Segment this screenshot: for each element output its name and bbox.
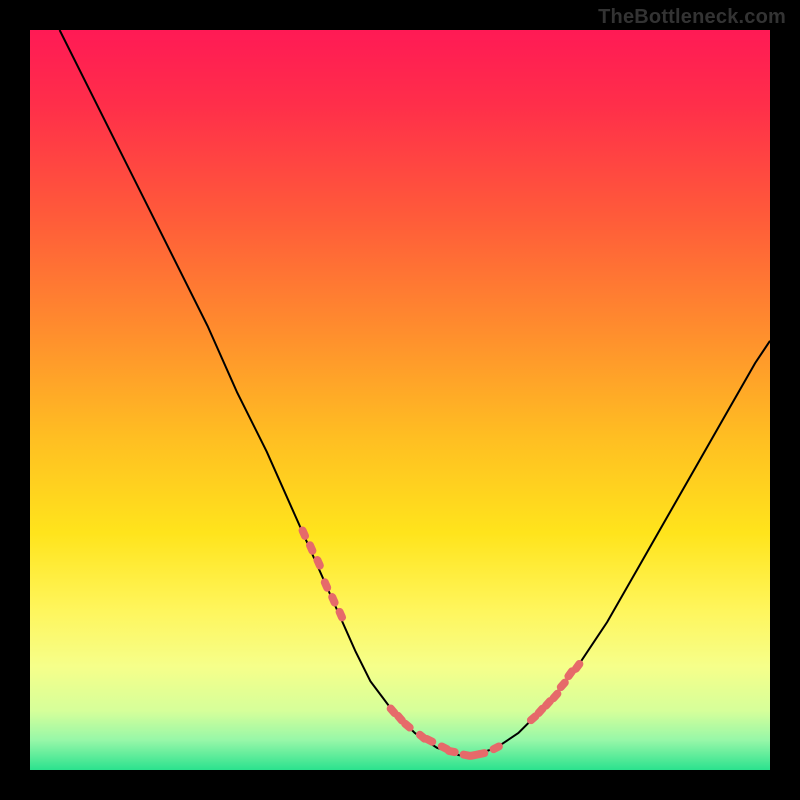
chart-stage: TheBottleneck.com [0,0,800,800]
curve-marker [474,748,489,759]
curve-marker [297,525,310,541]
plot-area [30,30,770,770]
curve-markers [297,525,585,760]
watermark-text: TheBottleneck.com [598,6,786,29]
curve-marker [319,577,332,593]
curve-marker [327,592,340,608]
curve-marker [444,746,459,757]
curve-layer [30,30,770,770]
bottleneck-curve [60,30,770,755]
